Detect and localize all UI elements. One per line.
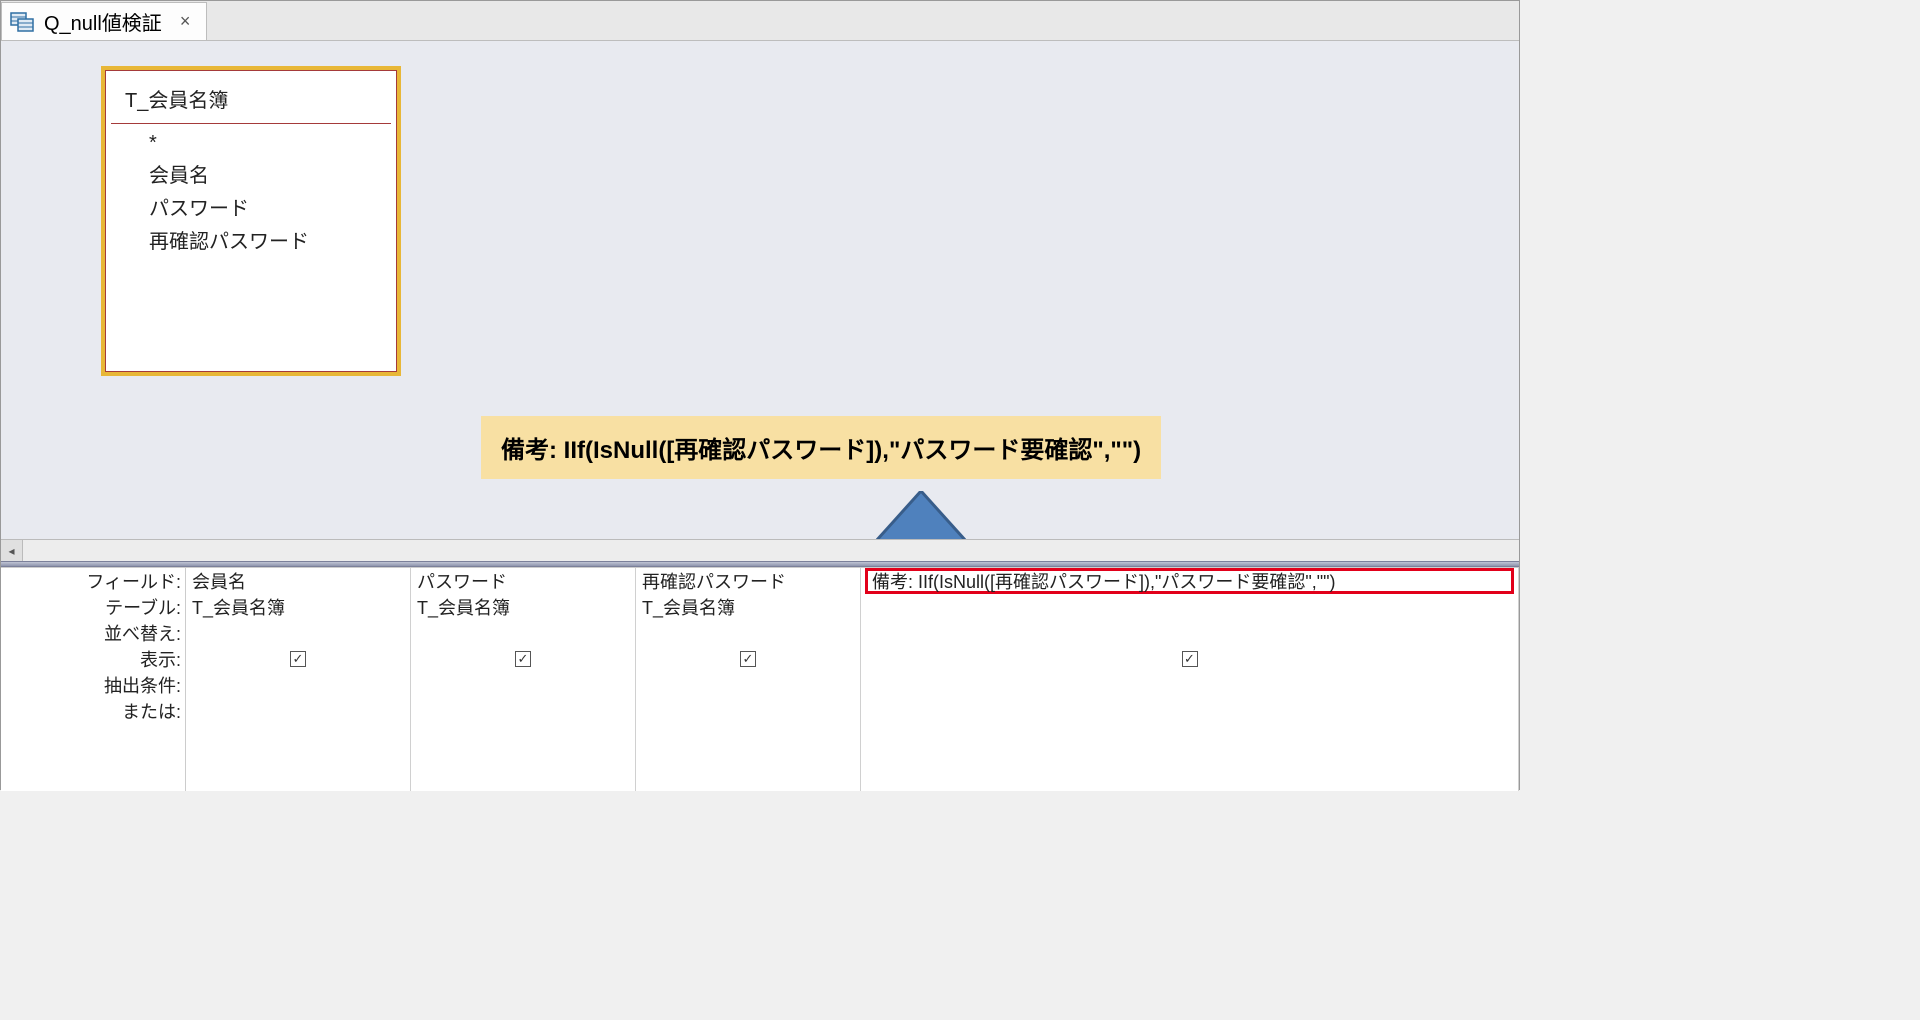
query-design-surface[interactable]: T_会員名簿 * 会員名 パスワード 再確認パスワード 備考: IIf(IsNu…: [1, 41, 1519, 561]
cell-criteria[interactable]: [636, 672, 860, 698]
query-icon: [10, 10, 36, 34]
cell-or[interactable]: [636, 698, 860, 724]
cell-sort[interactable]: [186, 620, 410, 646]
cell-criteria[interactable]: [861, 672, 1518, 698]
source-table-field-list: * 会員名 パスワード 再確認パスワード: [105, 124, 397, 262]
cell-sort[interactable]: [861, 620, 1518, 646]
cell-field[interactable]: 備考: IIf(IsNull([再確認パスワード]),"パスワード要確認",""…: [861, 568, 1518, 594]
checkbox-checked-icon[interactable]: ✓: [1182, 651, 1198, 667]
annotation-callout: 備考: IIf(IsNull([再確認パスワード]),"パスワード要確認",""…: [481, 416, 1161, 479]
cell-show[interactable]: ✓: [636, 646, 860, 672]
field-item[interactable]: 再確認パスワード: [149, 225, 383, 254]
qbe-grid: フィールド: テーブル: 並べ替え: 表示: 抽出条件: または: 会員名 T_…: [1, 567, 1519, 791]
label-table: テーブル:: [1, 594, 185, 620]
grid-row-labels: フィールド: テーブル: 並べ替え: 表示: 抽出条件: または:: [1, 568, 186, 791]
field-item[interactable]: 会員名: [149, 159, 383, 188]
query-design-window: Q_null値検証 × T_会員名簿 * 会員名 パスワード 再確認パスワード …: [0, 0, 1520, 790]
tab-bar: Q_null値検証 ×: [1, 1, 1519, 41]
cell-criteria[interactable]: [186, 672, 410, 698]
label-criteria: 抽出条件:: [1, 672, 185, 698]
checkbox-checked-icon[interactable]: ✓: [290, 651, 306, 667]
cell-show[interactable]: ✓: [186, 646, 410, 672]
grid-column: 会員名 T_会員名簿 ✓: [186, 568, 411, 791]
label-show: 表示:: [1, 646, 185, 672]
cell-or[interactable]: [186, 698, 410, 724]
field-item[interactable]: *: [149, 132, 383, 155]
cell-field[interactable]: 会員名: [186, 568, 410, 594]
label-field: フィールド:: [1, 568, 185, 594]
grid-columns: 会員名 T_会員名簿 ✓ パスワード T_会員名簿 ✓: [186, 568, 1519, 791]
field-item[interactable]: パスワード: [149, 192, 383, 221]
tab-q-null-validation[interactable]: Q_null値検証 ×: [1, 2, 207, 40]
cell-field[interactable]: パスワード: [411, 568, 635, 594]
cell-table[interactable]: T_会員名簿: [636, 594, 860, 620]
horizontal-scrollbar[interactable]: ◂: [1, 539, 1519, 561]
grid-column: 備考: IIf(IsNull([再確認パスワード]),"パスワード要確認",""…: [861, 568, 1519, 791]
scroll-track[interactable]: [23, 540, 1519, 561]
cell-show[interactable]: ✓: [861, 646, 1518, 672]
highlighted-field-expression[interactable]: 備考: IIf(IsNull([再確認パスワード]),"パスワード要確認",""…: [865, 568, 1514, 594]
cell-criteria[interactable]: [411, 672, 635, 698]
label-or: または:: [1, 698, 185, 724]
source-table-title: T_会員名簿: [111, 74, 391, 124]
checkbox-checked-icon[interactable]: ✓: [740, 651, 756, 667]
cell-table[interactable]: T_会員名簿: [186, 594, 410, 620]
close-icon[interactable]: ×: [180, 11, 191, 32]
checkbox-checked-icon[interactable]: ✓: [515, 651, 531, 667]
cell-table[interactable]: T_会員名簿: [411, 594, 635, 620]
source-table-box[interactable]: T_会員名簿 * 会員名 パスワード 再確認パスワード: [101, 66, 401, 376]
cell-sort[interactable]: [636, 620, 860, 646]
cell-sort[interactable]: [411, 620, 635, 646]
label-sort: 並べ替え:: [1, 620, 185, 646]
cell-or[interactable]: [861, 698, 1518, 724]
tab-title: Q_null値検証: [44, 7, 162, 36]
cell-table[interactable]: [861, 594, 1518, 620]
cell-field[interactable]: 再確認パスワード: [636, 568, 860, 594]
scroll-left-button[interactable]: ◂: [1, 540, 23, 561]
grid-column: パスワード T_会員名簿 ✓: [411, 568, 636, 791]
cell-show[interactable]: ✓: [411, 646, 635, 672]
cell-or[interactable]: [411, 698, 635, 724]
grid-column: 再確認パスワード T_会員名簿 ✓: [636, 568, 861, 791]
